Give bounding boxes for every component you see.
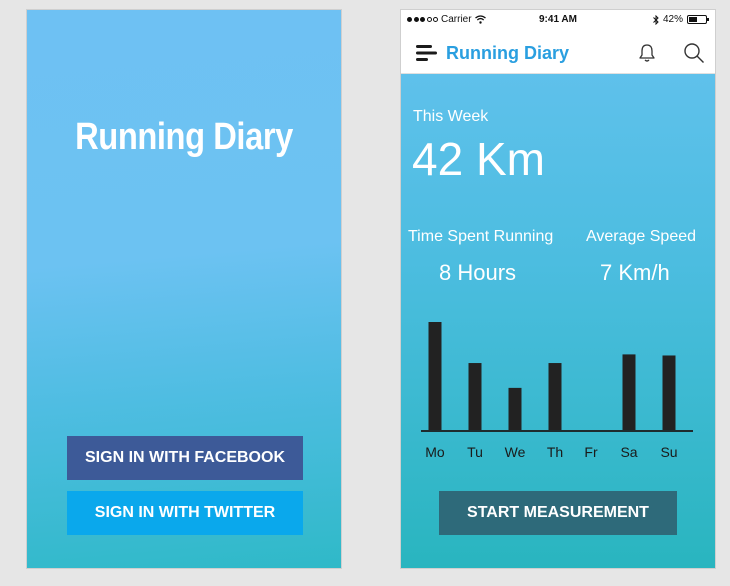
day-label-tu: Tu xyxy=(467,444,483,460)
bell-icon[interactable] xyxy=(637,43,657,63)
weekly-bar-chart: Mo Tu We Th Fr Sa Su xyxy=(421,322,693,460)
status-bar: Carrier 9:41 AM 42% xyxy=(401,10,715,30)
bar-mo xyxy=(428,322,442,430)
nav-title: Running Diary xyxy=(446,43,570,63)
dashboard-screen: Carrier 9:41 AM 42% Running Diary This W… xyxy=(400,9,716,569)
sign-in-twitter-button[interactable]: SIGN IN WITH TWITTER xyxy=(67,491,303,535)
status-right: 42% xyxy=(653,14,709,25)
day-label-fr: Fr xyxy=(584,444,598,460)
login-screen: Running Diary SIGN IN WITH FACEBOOK SIGN… xyxy=(26,9,342,569)
day-label-mo: Mo xyxy=(425,444,445,460)
battery-icon xyxy=(687,15,709,24)
bar-we xyxy=(508,387,522,430)
bar-su xyxy=(662,355,676,430)
day-label-we: We xyxy=(505,444,526,460)
day-label-su: Su xyxy=(660,444,677,460)
bluetooth-icon xyxy=(653,14,659,25)
search-icon[interactable] xyxy=(683,42,705,64)
bar-sa xyxy=(622,354,636,430)
menu-icon[interactable] xyxy=(416,45,438,61)
bar-th xyxy=(548,363,562,430)
nav-bar: Running Diary xyxy=(401,30,715,74)
start-measurement-button[interactable]: START MEASUREMENT xyxy=(439,491,677,535)
average-speed-value: 7 Km/h xyxy=(600,260,670,285)
day-label-sa: Sa xyxy=(620,444,637,460)
app-title: Running Diary xyxy=(75,116,293,158)
day-label-th: Th xyxy=(547,444,563,460)
sign-in-facebook-button[interactable]: SIGN IN WITH FACEBOOK xyxy=(67,436,303,480)
battery-percent: 42% xyxy=(662,14,683,25)
time-spent-value: 8 Hours xyxy=(439,260,517,285)
bar-tu xyxy=(468,363,482,430)
time-spent-label: Time Spent Running xyxy=(408,228,554,245)
average-speed-label: Average Speed xyxy=(586,228,697,245)
this-week-label: This Week xyxy=(413,108,489,125)
this-week-distance: 42 Km xyxy=(412,133,545,185)
